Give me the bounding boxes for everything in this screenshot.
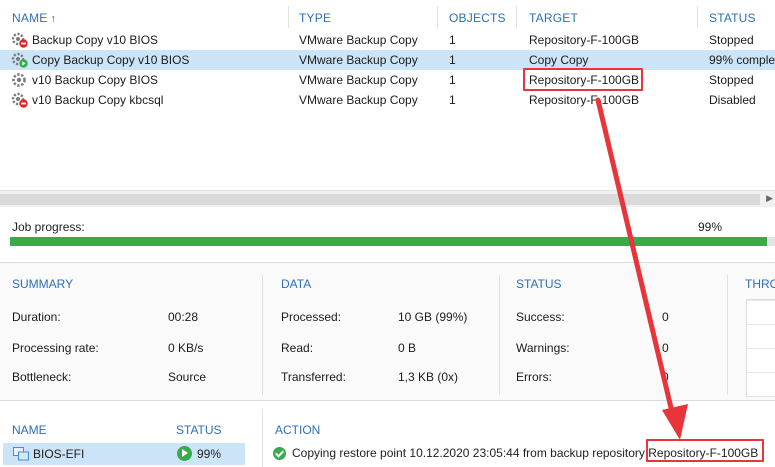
table-row[interactable]: v10 Backup Copy kbcsql VMware Backup Cop… [0, 90, 775, 110]
vm-icon [13, 447, 29, 461]
object-name: BIOS-EFI [33, 447, 85, 461]
duration-label: Duration: [12, 310, 61, 324]
column-separator[interactable] [697, 6, 698, 28]
statistics-panel: SUMMARY Duration: 00:28 Processing rate:… [0, 263, 775, 400]
job-type: VMware Backup Copy [299, 53, 418, 67]
column-separator[interactable] [437, 6, 438, 28]
jobs-table: NAME ↑ TYPE OBJECTS TARGET STATUS Backup … [0, 0, 775, 190]
horizontal-scrollbar[interactable]: ▶ [0, 190, 775, 207]
section-separator [727, 275, 728, 395]
success-label: Success: [516, 310, 565, 324]
job-objects: 1 [449, 53, 456, 67]
job-target: Repository-F-100GB [529, 33, 640, 47]
job-name: Copy Backup Copy v10 BIOS [32, 53, 190, 67]
transferred-label: Transferred: [281, 370, 346, 384]
job-progress-percent: 99% [698, 220, 723, 234]
job-progress-fill [10, 237, 768, 246]
table-row[interactable]: v10 Backup Copy BIOS VMware Backup Copy … [0, 70, 775, 90]
column-header-status[interactable]: STATUS [709, 11, 756, 25]
success-check-icon [273, 447, 286, 460]
highlight-box-action [646, 439, 764, 462]
objects-name-header[interactable]: NAME [12, 423, 47, 437]
backup-copy-disabled-icon [11, 92, 28, 108]
column-header-name[interactable]: NAME ↑ [12, 11, 56, 25]
throughput-title: THRO [745, 277, 775, 291]
job-status: 99% complete [709, 53, 775, 67]
job-progress-panel: Job progress: 99% [0, 207, 775, 262]
read-label: Read: [281, 341, 314, 355]
read-value: 0 B [398, 341, 417, 355]
section-separator [262, 275, 263, 395]
processing-rate-value: 0 KB/s [168, 341, 204, 355]
job-progress-label: Job progress: [12, 220, 85, 234]
job-progress-bar [10, 237, 775, 246]
objects-status-header[interactable]: STATUS [176, 423, 222, 437]
job-type: VMware Backup Copy [299, 73, 418, 87]
backup-copy-idle-icon [12, 73, 26, 87]
errors-label: Errors: [516, 370, 552, 384]
job-objects: 1 [449, 93, 456, 107]
job-objects: 1 [449, 33, 456, 47]
job-status: Disabled [709, 93, 756, 107]
job-name: Backup Copy v10 BIOS [32, 33, 159, 47]
action-header: ACTION [275, 423, 321, 437]
data-title: DATA [281, 277, 312, 291]
job-type: VMware Backup Copy [299, 33, 418, 47]
table-row-selected[interactable]: Copy Backup Copy v10 BIOS VMware Backup … [0, 50, 775, 70]
errors-value: 0 [662, 370, 669, 384]
processing-rate-label: Processing rate: [12, 341, 99, 355]
sort-ascending-icon: ↑ [50, 13, 57, 25]
summary-title: SUMMARY [12, 277, 74, 291]
column-header-objects[interactable]: OBJECTS [449, 11, 506, 25]
throughput-chart [746, 299, 775, 397]
column-header-name-label: NAME [12, 11, 48, 25]
bottleneck-label: Bottleneck: [12, 370, 72, 384]
processed-value: 10 GB (99%) [398, 310, 468, 324]
backup-copy-stopped-icon [11, 32, 28, 48]
scroll-right-icon[interactable]: ▶ [766, 193, 773, 204]
job-name: v10 Backup Copy kbcsql [32, 93, 164, 107]
warnings-label: Warnings: [516, 341, 570, 355]
job-status: Stopped [709, 73, 754, 87]
job-objects: 1 [449, 73, 456, 87]
success-value: 0 [662, 310, 669, 324]
job-type: VMware Backup Copy [299, 93, 418, 107]
status-title: STATUS [516, 277, 562, 291]
job-target: Copy Copy [529, 53, 589, 67]
section-separator [262, 409, 263, 467]
highlight-box-target [523, 68, 643, 91]
table-row[interactable]: Backup Copy v10 BIOS VMware Backup Copy … [0, 30, 775, 50]
warnings-value: 0 [662, 341, 669, 355]
transferred-value: 1,3 KB (0x) [398, 370, 459, 384]
action-log-text: Copying restore point 10.12.2020 23:05:4… [292, 446, 645, 460]
bottleneck-value: Source [168, 370, 207, 384]
processed-label: Processed: [281, 310, 342, 324]
job-target: Repository-F-100GB [529, 93, 640, 107]
object-status: 99% [197, 447, 222, 461]
column-header-type[interactable]: TYPE [299, 11, 331, 25]
list-item-selected[interactable]: BIOS-EFI 99% [3, 443, 245, 465]
job-name: v10 Backup Copy BIOS [32, 73, 159, 87]
backup-copy-running-icon [11, 52, 28, 68]
job-status: Stopped [709, 33, 754, 47]
column-separator[interactable] [516, 6, 517, 28]
section-separator [499, 275, 500, 395]
scrollbar-thumb[interactable] [0, 194, 760, 205]
column-separator[interactable] [288, 6, 289, 28]
column-header-target[interactable]: TARGET [529, 11, 578, 25]
running-icon [177, 446, 192, 461]
duration-value: 00:28 [168, 310, 199, 324]
